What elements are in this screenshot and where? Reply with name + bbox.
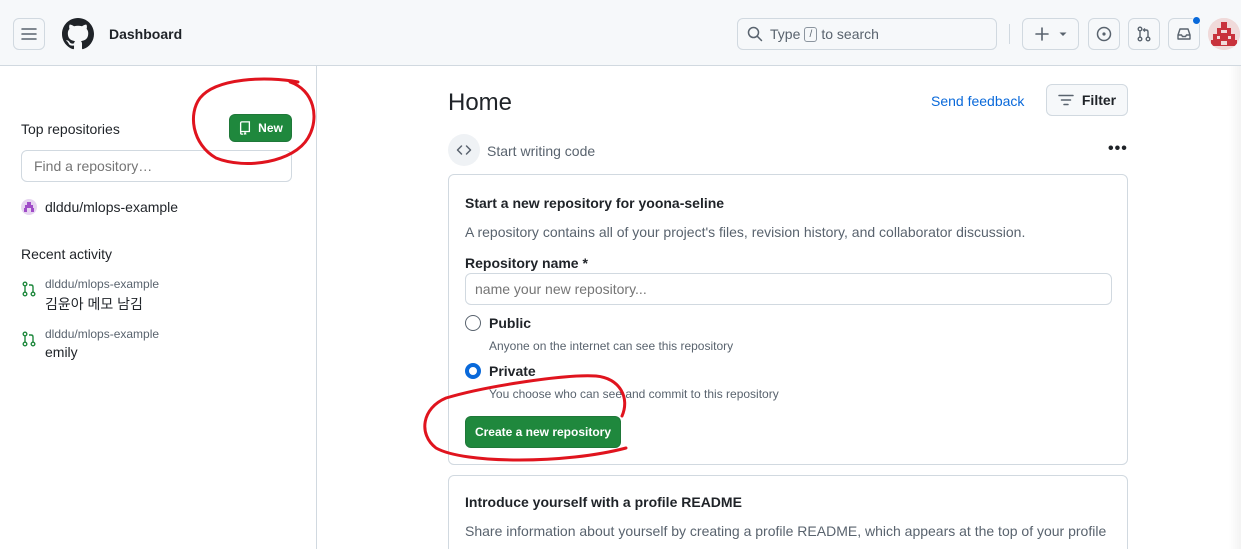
private-radio[interactable] [465, 363, 481, 379]
card-title: Start a new repository for yoona-seline [465, 195, 725, 211]
filter-label: Filter [1081, 92, 1117, 108]
recent-activity-heading: Recent activity [21, 246, 113, 262]
left-sidebar: Top repositories New dlddu/mlops-example… [0, 66, 317, 549]
new-button-label: New [258, 121, 283, 135]
top-repository-item[interactable]: dlddu/mlops-example [21, 199, 178, 215]
page-title: Home [448, 89, 513, 116]
filter-icon [1058, 94, 1074, 106]
header-divider [1009, 24, 1010, 44]
find-repository-input[interactable] [21, 150, 292, 182]
private-label[interactable]: Private [489, 363, 536, 379]
search-prefix: Type [770, 26, 801, 42]
repository-name-input[interactable] [465, 273, 1112, 305]
menu-button[interactable] [13, 18, 45, 50]
unread-notification-dot [1192, 16, 1201, 25]
send-feedback-link[interactable]: Send feedback [931, 93, 1024, 109]
search-input[interactable]: Type / to search [737, 18, 997, 50]
repo-owner-avatar [21, 199, 37, 215]
identicon-icon [1208, 18, 1240, 50]
new-repository-card: Start a new repository for yoona-seline … [448, 174, 1128, 465]
plus-icon [1034, 27, 1049, 41]
public-note: Anyone on the internet can see this repo… [489, 339, 734, 353]
pull-requests-button[interactable] [1128, 18, 1160, 50]
caret-down-icon [1059, 32, 1066, 36]
filter-button[interactable]: Filter [1046, 84, 1128, 116]
top-repositories-heading: Top repositories [21, 121, 120, 137]
page-context-title[interactable]: Dashboard [109, 26, 182, 42]
repo-icon [240, 121, 251, 135]
private-note: You choose who can see and commit to thi… [489, 387, 779, 401]
git-pull-request-icon [22, 331, 36, 347]
activity-repo[interactable]: dlddu/mlops-example [45, 327, 159, 341]
search-shortcut-key: / [804, 26, 818, 42]
public-radio[interactable] [465, 315, 481, 331]
inbox-icon [1177, 28, 1191, 40]
issues-button[interactable] [1088, 18, 1120, 50]
card-title: Introduce yourself with a profile README [465, 494, 742, 510]
code-icon [448, 134, 480, 166]
issue-opened-icon [1096, 26, 1112, 42]
new-repository-button[interactable]: New [229, 114, 292, 142]
page-scrollbar[interactable] [1229, 66, 1241, 549]
github-dashboard: Dashboard Type / to search Top repositor… [0, 0, 1241, 549]
search-icon [747, 26, 763, 42]
more-options-icon[interactable]: ••• [1108, 140, 1128, 158]
activity-message[interactable]: emily [45, 344, 78, 360]
top-header: Dashboard Type / to search [0, 0, 1241, 66]
github-logo-icon[interactable] [62, 18, 94, 50]
git-pull-request-icon [22, 281, 36, 297]
identicon-icon [24, 202, 34, 212]
create-repository-button[interactable]: Create a new repository [465, 416, 621, 448]
activity-repo[interactable]: dlddu/mlops-example [45, 277, 159, 291]
hamburger-icon [21, 28, 37, 40]
repository-name-label: Repository name * [465, 255, 588, 271]
create-new-dropdown[interactable] [1022, 18, 1079, 50]
user-avatar[interactable] [1208, 18, 1240, 50]
card-description: Share information about yourself by crea… [465, 523, 1107, 539]
search-suffix: to search [821, 26, 879, 42]
repo-link[interactable]: dlddu/mlops-example [45, 199, 178, 215]
activity-message[interactable]: 김윤아 메모 남김 [45, 294, 143, 314]
card-description: A repository contains all of your projec… [465, 224, 1026, 240]
git-pull-request-icon [1137, 26, 1151, 42]
profile-readme-card: Introduce yourself with a profile README… [448, 475, 1128, 549]
feed-section-label: Start writing code [487, 143, 596, 159]
public-label[interactable]: Public [489, 315, 531, 331]
